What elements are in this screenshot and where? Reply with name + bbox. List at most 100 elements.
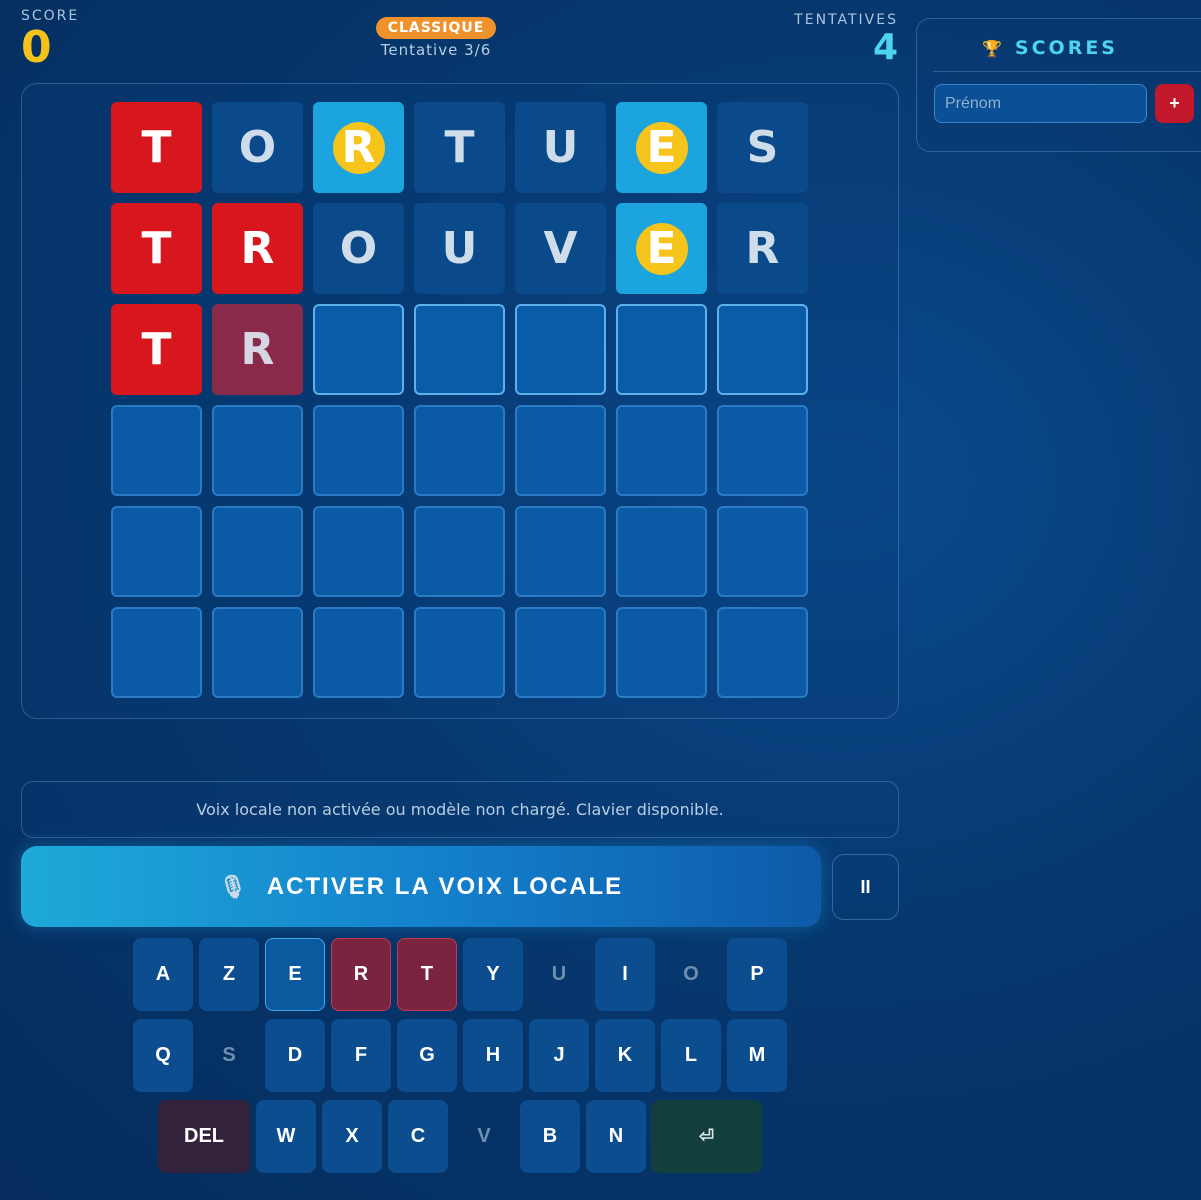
- key-j[interactable]: J: [529, 1019, 589, 1092]
- key-d[interactable]: D: [265, 1019, 325, 1092]
- cell-letter: R: [341, 122, 376, 173]
- grid-cell: [717, 506, 808, 597]
- key-c[interactable]: C: [388, 1100, 448, 1173]
- scores-title: 🏆 SCORES: [917, 37, 1201, 59]
- grid-cell: U: [414, 203, 505, 294]
- grid-cell: T: [111, 102, 202, 193]
- key-h[interactable]: H: [463, 1019, 523, 1092]
- cell-letter: T: [141, 324, 172, 375]
- grid-cell: [414, 506, 505, 597]
- grid-cell: U: [515, 102, 606, 193]
- enter-key[interactable]: ⏎: [651, 1100, 762, 1173]
- grid-cell: [717, 607, 808, 698]
- cell-letter: R: [745, 223, 780, 274]
- cell-letter: V: [543, 223, 578, 274]
- divider: [933, 71, 1201, 72]
- key-t[interactable]: T: [397, 938, 457, 1011]
- grid-cell: [111, 607, 202, 698]
- key-z[interactable]: Z: [199, 938, 259, 1011]
- mode-block: CLASSIQUE Tentative 3/6: [370, 17, 502, 59]
- key-w[interactable]: W: [256, 1100, 316, 1173]
- key-y[interactable]: Y: [463, 938, 523, 1011]
- mode-badge: CLASSIQUE: [375, 17, 497, 39]
- grid-cell: O: [313, 203, 404, 294]
- attempt-counter: Tentative 3/6: [380, 41, 492, 59]
- key-r[interactable]: R: [331, 938, 391, 1011]
- activate-voice-button[interactable]: 🎙 ACTIVER LA VOIX LOCALE: [21, 846, 821, 927]
- tries-block: TENTATIVES 4: [794, 12, 898, 66]
- key-q[interactable]: Q: [133, 1019, 193, 1092]
- cell-letter: E: [646, 122, 677, 173]
- grid-cell: [313, 607, 404, 698]
- scores-panel: 🏆 SCORES +: [916, 18, 1201, 152]
- grid-cell: [515, 304, 606, 395]
- trophy-icon: 🏆: [982, 39, 1005, 58]
- grid-cell: E: [616, 203, 707, 294]
- grid-cell: [111, 405, 202, 496]
- delete-key[interactable]: DEL: [158, 1100, 250, 1173]
- score-block: SCORE 0: [21, 8, 79, 70]
- key-n[interactable]: N: [586, 1100, 646, 1173]
- activate-voice-label: ACTIVER LA VOIX LOCALE: [266, 872, 624, 900]
- grid-cell: [616, 405, 707, 496]
- tries-value: 4: [872, 27, 898, 68]
- grid-cell: T: [111, 203, 202, 294]
- microphone-icon: 🎙: [218, 873, 249, 899]
- key-l[interactable]: L: [661, 1019, 721, 1092]
- key-i[interactable]: I: [595, 938, 655, 1011]
- letter-grid: TORTUESTROUVERTR: [111, 102, 808, 698]
- pause-button[interactable]: II: [832, 854, 899, 920]
- key-s[interactable]: S: [199, 1019, 259, 1092]
- cell-letter: U: [542, 122, 579, 173]
- key-f[interactable]: F: [331, 1019, 391, 1092]
- key-u[interactable]: U: [529, 938, 589, 1011]
- grid-cell: R: [717, 203, 808, 294]
- cell-letter: T: [141, 223, 172, 274]
- key-x[interactable]: X: [322, 1100, 382, 1173]
- grid-cell: [111, 506, 202, 597]
- key-m[interactable]: M: [727, 1019, 787, 1092]
- grid-cell: R: [212, 203, 303, 294]
- grid-cell: [313, 405, 404, 496]
- grid-cell: T: [414, 102, 505, 193]
- grid-cell: [717, 304, 808, 395]
- grid-cell: [616, 506, 707, 597]
- cell-letter: O: [339, 223, 378, 274]
- grid-cell: R: [313, 102, 404, 193]
- status-message: Voix locale non activée ou modèle non ch…: [21, 781, 899, 838]
- grid-cell: T: [111, 304, 202, 395]
- grid-cell: O: [212, 102, 303, 193]
- cell-letter: R: [240, 324, 275, 375]
- grid-cell: [515, 506, 606, 597]
- key-p[interactable]: P: [727, 938, 787, 1011]
- add-score-button[interactable]: +: [1155, 84, 1194, 123]
- grid-cell: [212, 405, 303, 496]
- grid-cell: [616, 607, 707, 698]
- grid-cell: [313, 304, 404, 395]
- key-v[interactable]: V: [454, 1100, 514, 1173]
- key-g[interactable]: G: [397, 1019, 457, 1092]
- tries-label: TENTATIVES: [794, 12, 898, 28]
- grid-cell: V: [515, 203, 606, 294]
- grid-cell: [717, 405, 808, 496]
- cell-letter: R: [240, 223, 275, 274]
- grid-cell: R: [212, 304, 303, 395]
- grid-cell: [212, 506, 303, 597]
- name-input[interactable]: [934, 84, 1147, 123]
- grid-cell: [313, 506, 404, 597]
- key-a[interactable]: A: [133, 938, 193, 1011]
- grid-cell: E: [616, 102, 707, 193]
- grid-cell: S: [717, 102, 808, 193]
- grid-cell: [212, 607, 303, 698]
- key-k[interactable]: K: [595, 1019, 655, 1092]
- cell-letter: U: [441, 223, 478, 274]
- grid-cell: [414, 405, 505, 496]
- key-o[interactable]: O: [661, 938, 721, 1011]
- key-b[interactable]: B: [520, 1100, 580, 1173]
- key-e[interactable]: E: [265, 938, 325, 1011]
- grid-cell: [616, 304, 707, 395]
- cell-letter: T: [141, 122, 172, 173]
- cell-letter: E: [646, 223, 677, 274]
- grid-cell: [515, 405, 606, 496]
- cell-letter: S: [746, 122, 779, 173]
